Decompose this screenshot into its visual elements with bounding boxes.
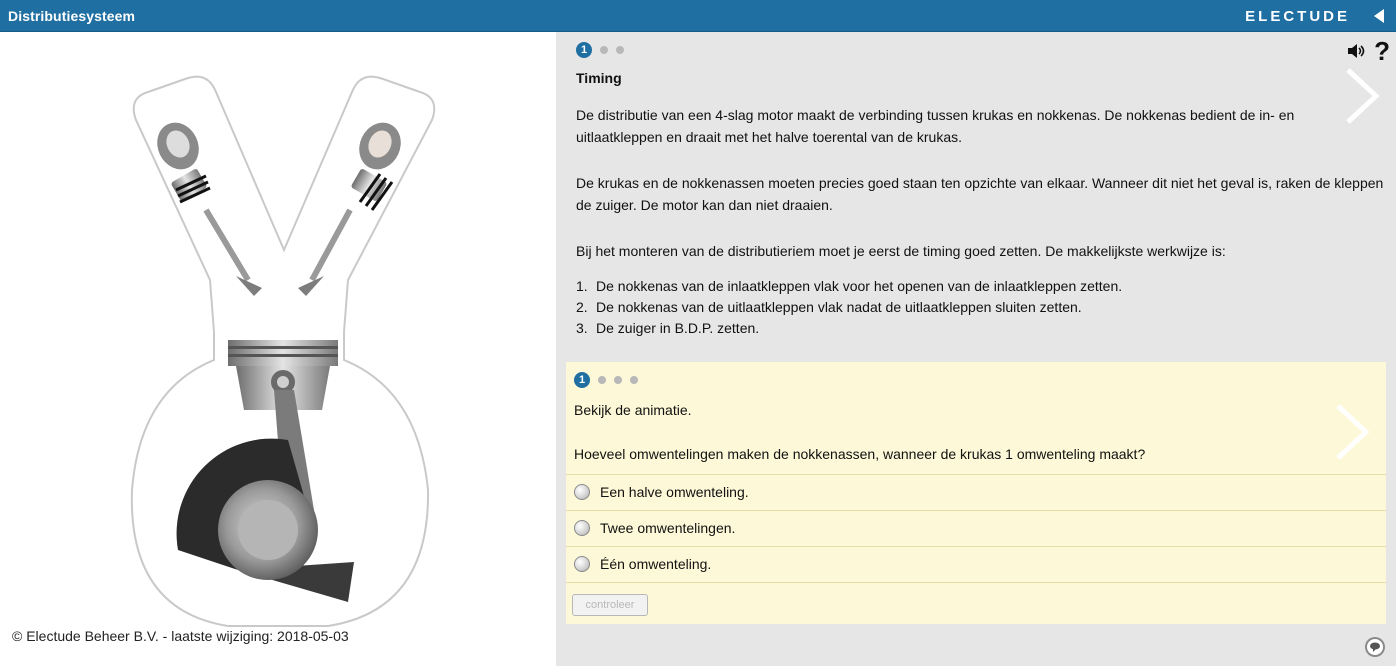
- step-3-indicator[interactable]: [616, 46, 624, 54]
- step-1-indicator[interactable]: 1: [576, 42, 592, 58]
- question-text: Hoeveel omwentelingen maken de nokkenass…: [574, 446, 1146, 462]
- theory-paragraph-3: Bij het monteren van de distributieriem …: [576, 243, 1226, 259]
- question-step-indicator: 1: [574, 372, 638, 388]
- answer-label: Een halve omwenteling.: [600, 484, 749, 500]
- engine-animation-image[interactable]: [118, 70, 448, 636]
- speaker-icon[interactable]: [1346, 42, 1366, 60]
- feedback-chat-icon[interactable]: [1364, 636, 1386, 658]
- answer-label: Twee omwentelingen.: [600, 520, 736, 536]
- answer-option[interactable]: Één omwenteling.: [566, 546, 1386, 581]
- radio-button[interactable]: [574, 484, 590, 500]
- question-step-1-indicator[interactable]: 1: [574, 372, 590, 388]
- answer-option[interactable]: Een halve omwenteling.: [566, 474, 1386, 509]
- content-panel: 1 ? Timing De distributie van een 4-slag…: [556, 32, 1396, 666]
- option-divider: [566, 582, 1386, 583]
- copyright-text: © Electude Beheer B.V. - laatste wijzigi…: [12, 628, 349, 644]
- section-title: Timing: [576, 70, 622, 86]
- animation-panel: © Electude Beheer B.V. - laatste wijzigi…: [0, 32, 556, 666]
- answer-label: Één omwenteling.: [600, 556, 712, 572]
- question-step-4-indicator[interactable]: [630, 376, 638, 384]
- theory-paragraph-2: De krukas en de nokkenassen moeten preci…: [576, 175, 1384, 213]
- question-panel: 1 Bekijk de animatie. Hoeveel omwentelin…: [566, 362, 1386, 624]
- question-step-2-indicator[interactable]: [598, 376, 606, 384]
- theory-step-indicator: 1: [576, 42, 624, 58]
- top-bar: Distributiesysteem ELECTUDE: [0, 0, 1396, 32]
- step-2-indicator[interactable]: [600, 46, 608, 54]
- question-step-3-indicator[interactable]: [614, 376, 622, 384]
- question-instruction: Bekijk de animatie.: [574, 402, 692, 418]
- list-item: 1. De nokkenas van de inlaatkleppen vlak …: [576, 278, 1123, 294]
- check-button[interactable]: controleer: [572, 594, 648, 616]
- list-item: 2. De nokkenas van de uitlaatkleppen vlak…: [576, 299, 1082, 315]
- next-question-arrow-icon[interactable]: [1332, 402, 1372, 462]
- page-title: Distributiesysteem: [8, 8, 136, 24]
- timing-steps-list: 1. De nokkenas van de inlaatkleppen vlak …: [576, 276, 1356, 339]
- list-item: 3. De zuiger in B.D.P. zetten.: [576, 320, 760, 336]
- help-icon[interactable]: ?: [1374, 36, 1390, 67]
- answer-option[interactable]: Twee omwentelingen.: [566, 510, 1386, 545]
- collapse-left-icon[interactable]: [1372, 8, 1386, 24]
- radio-button[interactable]: [574, 520, 590, 536]
- theory-paragraph-1: De distributie van een 4-slag motor maak…: [576, 107, 1295, 145]
- radio-button[interactable]: [574, 556, 590, 572]
- brand-logo: ELECTUDE: [1245, 8, 1350, 25]
